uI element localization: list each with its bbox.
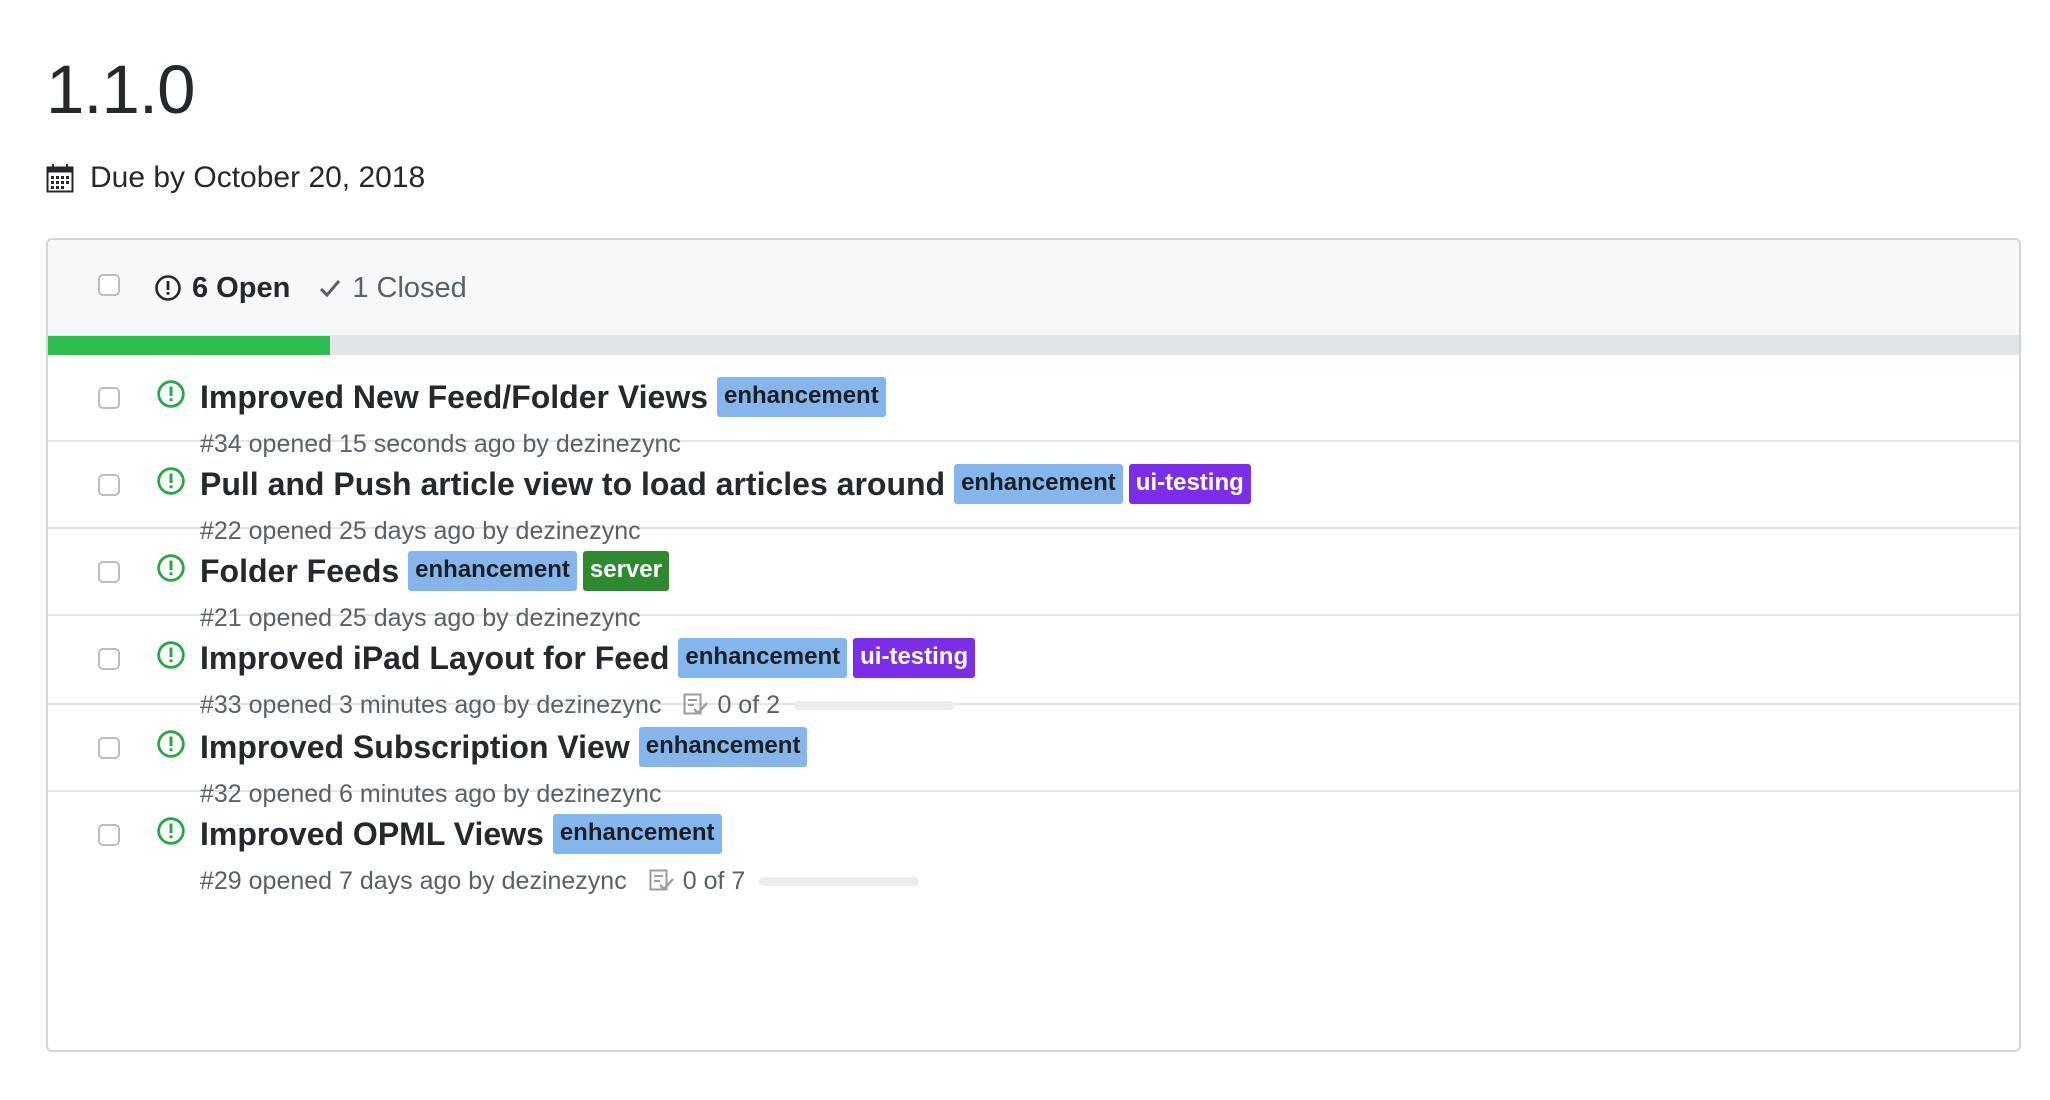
task-count: 0 of 7 <box>682 866 746 895</box>
issue-checkbox[interactable] <box>98 561 120 583</box>
label-enhancement[interactable]: enhancement <box>678 638 848 678</box>
due-date-text: Due by October 20, 2018 <box>90 161 426 194</box>
issue-opened-icon <box>157 554 185 582</box>
label-ui-testing[interactable]: ui-testing <box>853 638 976 678</box>
milestone-progress-bar <box>48 336 2019 355</box>
select-all-checkbox[interactable] <box>98 273 120 296</box>
issue-row[interactable]: Improved OPML Views enhancement #29 opened… <box>48 792 2019 895</box>
issue-title-line: Improved New Feed/Folder Views enhancemen… <box>200 375 1999 419</box>
milestone-page: 1.1.0 Due by October 20, 2018 6 Open 1 C… <box>0 0 2050 1100</box>
label-enhancement[interactable]: enhancement <box>638 727 808 767</box>
issue-opened-icon <box>157 380 185 408</box>
open-count-label: 6 Open <box>192 271 291 304</box>
issue-opened-icon <box>157 730 185 758</box>
issue-checkbox[interactable] <box>98 648 120 670</box>
closed-issues-filter[interactable]: 1 Closed <box>318 271 467 305</box>
issue-checkbox[interactable] <box>98 474 120 496</box>
issue-row[interactable]: Improved New Feed/Folder Views enhancemen… <box>48 355 2019 458</box>
issue-checkbox[interactable] <box>98 824 120 846</box>
closed-count-label: 1 Closed <box>352 271 467 304</box>
label-enhancement[interactable]: enhancement <box>717 377 886 417</box>
issue-title-line: Improved Subscription View enhancement <box>200 725 1999 769</box>
issue-opened-icon <box>157 641 185 669</box>
label-server[interactable]: server <box>582 551 669 591</box>
task-progress: 0 of 7 <box>649 867 920 896</box>
label-enhancement[interactable]: enhancement <box>408 551 577 591</box>
milestone-progress-fill <box>48 336 330 355</box>
issue-row[interactable]: Pull and Push article view to load artic… <box>48 442 2019 545</box>
issue-meta-text: #29 opened 7 days ago by dezinezync <box>200 866 627 895</box>
issue-title-line: Improved OPML Views enhancement <box>200 812 1999 856</box>
issue-title-line: Improved iPad Layout for Feed enhancement… <box>200 636 1999 680</box>
issue-opened-icon <box>157 817 185 845</box>
issue-meta: #29 opened 7 days ago by dezinezync 0 of … <box>200 864 1999 898</box>
issue-title-link[interactable]: Folder Feeds <box>200 553 399 590</box>
label-enhancement[interactable]: enhancement <box>552 814 722 854</box>
label-enhancement[interactable]: enhancement <box>954 464 1123 504</box>
tasklist-icon <box>649 869 674 891</box>
issue-opened-icon <box>155 274 181 301</box>
issue-opened-icon <box>157 467 185 495</box>
issue-title-link[interactable]: Improved OPML Views <box>200 816 544 853</box>
label-ui-testing[interactable]: ui-testing <box>1128 464 1251 504</box>
open-issues-filter[interactable]: 6 Open <box>154 271 290 305</box>
issue-title-line: Pull and Push article view to load artic… <box>200 462 1999 506</box>
issue-checkbox[interactable] <box>98 737 120 759</box>
issue-title-line: Folder Feeds enhancement server <box>200 549 1999 593</box>
issues-box-header: 6 Open 1 Closed <box>48 240 2019 336</box>
milestone-title: 1.1.0 <box>46 51 195 128</box>
task-progress-bar <box>759 876 920 886</box>
issue-row[interactable]: Improved Subscription View enhancement #32… <box>48 705 2019 808</box>
issue-title-link[interactable]: Improved Subscription View <box>200 729 630 766</box>
due-date-row: Due by October 20, 2018 <box>46 158 2004 198</box>
issue-row[interactable]: Folder Feeds enhancement server #21 opened … <box>48 529 2019 632</box>
issue-title-link[interactable]: Pull and Push article view to load artic… <box>200 466 945 503</box>
issues-box: 6 Open 1 Closed Improved New Feed/Folder… <box>46 238 2021 1052</box>
issue-row[interactable]: Improved iPad Layout for Feed enhancement… <box>48 616 2019 719</box>
issue-list: Improved New Feed/Folder Views enhancemen… <box>48 355 2019 895</box>
check-icon <box>320 279 341 297</box>
issue-checkbox[interactable] <box>98 387 120 409</box>
issue-title-link[interactable]: Improved iPad Layout for Feed <box>200 640 669 677</box>
issue-content: Improved OPML Views enhancement #29 opened… <box>200 812 1999 898</box>
calendar-icon <box>46 164 74 193</box>
issue-title-link[interactable]: Improved New Feed/Folder Views <box>200 379 708 416</box>
